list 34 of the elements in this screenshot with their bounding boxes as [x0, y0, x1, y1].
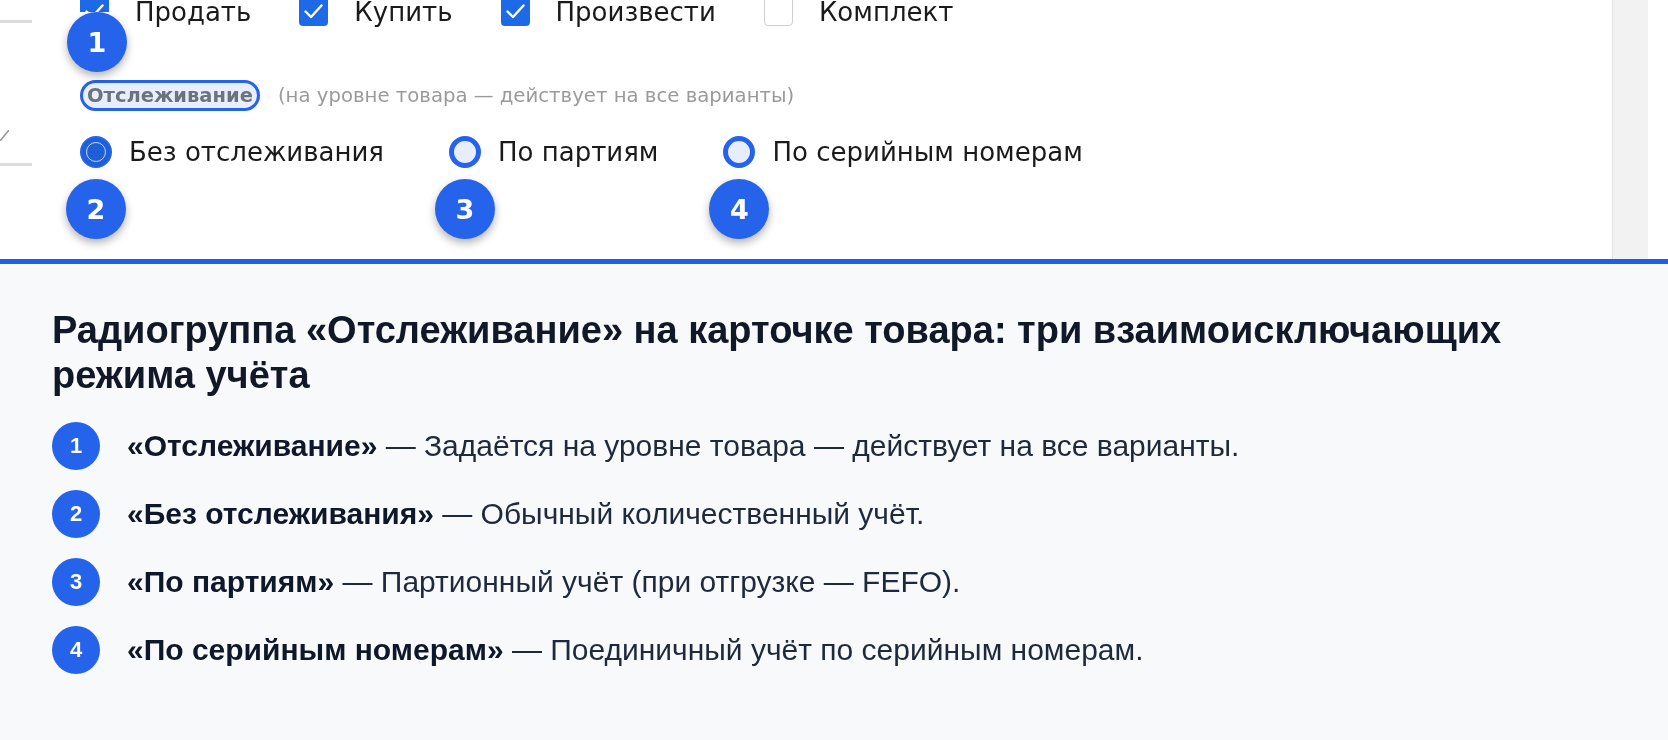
check-icon	[85, 4, 104, 12]
radio-label: Без отслеживания	[129, 137, 384, 167]
radio-label: По серийным номерам	[772, 137, 1083, 167]
scrollbar-track[interactable]	[1612, 0, 1648, 259]
radio-button[interactable]	[723, 136, 756, 168]
checkbox[interactable]	[80, 0, 109, 12]
checkbox[interactable]	[763, 0, 793, 26]
radio-button[interactable]	[80, 136, 112, 168]
check-icon	[505, 4, 525, 19]
legend-text: «Без отслеживания» — Обычный количественный учёт.	[127, 497, 925, 531]
checkbox-label: Произвести	[555, 0, 716, 27]
section-label: Отслеживание	[80, 80, 260, 111]
legend-title: Радиогруппа «Отслеживание» на карточке товара: три взаимоисключающих режима учёта	[52, 308, 1503, 398]
check-icon	[304, 4, 324, 19]
step-number: 2	[52, 490, 100, 538]
checkbox[interactable]	[500, 0, 530, 26]
step-number: 1	[52, 422, 100, 470]
checkbox-label: Продать	[135, 0, 252, 27]
checkbox[interactable]	[299, 0, 329, 26]
resize-grip-icon[interactable]	[0, 130, 9, 141]
checkbox-label: Комплект	[818, 0, 954, 27]
callout-marker: 4	[709, 179, 770, 239]
checkbox-label: Купить	[354, 0, 453, 27]
callout-marker: 1	[67, 12, 127, 72]
callout-marker: 3	[435, 179, 495, 239]
radio-label: По партиям	[498, 137, 659, 167]
radio-button[interactable]	[449, 136, 481, 168]
hint-text: (на уровне товара — действует на все варианты)	[277, 84, 795, 107]
legend-text: «Отслеживание» — Задаётся на уровне товара — действует на все варианты.	[127, 429, 1240, 463]
step-number: 4	[52, 626, 100, 674]
step-number: 3	[52, 558, 100, 606]
legend-text: «По серийным номерам» — Поединичный учёт по серийным номерам.	[127, 633, 1144, 667]
callout-marker: 2	[66, 179, 126, 239]
legend-text: «По партиям» — Партионный учёт (при отгрузке — FEFO).	[127, 565, 961, 599]
